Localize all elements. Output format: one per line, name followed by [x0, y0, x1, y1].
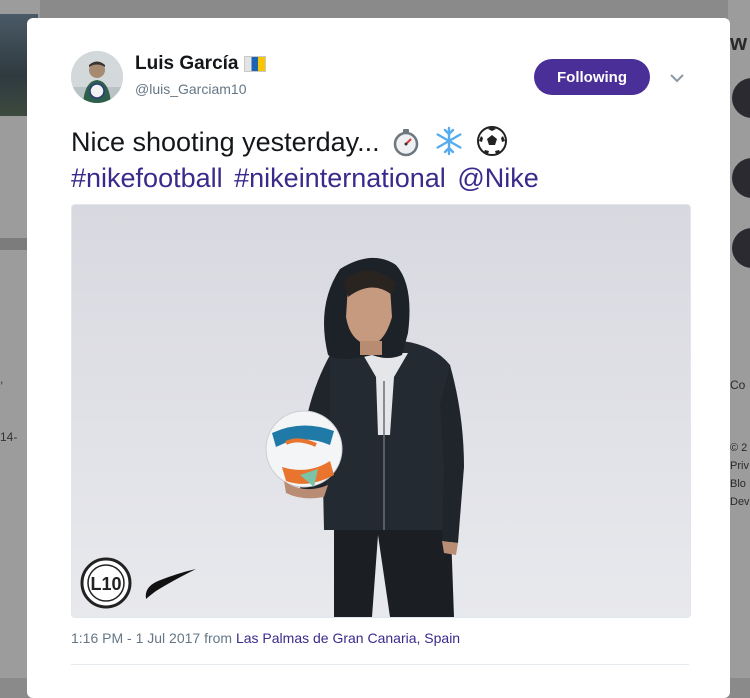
display-name[interactable]: Luis García: [135, 53, 239, 75]
mention-link[interactable]: @Nike: [457, 163, 538, 193]
snowflake-icon: [436, 126, 462, 156]
tweet-meta: 1:16 PM - 1 Jul 2017 from Las Palmas de …: [71, 630, 460, 646]
background-avatar: [732, 78, 750, 118]
tweet-modal: Luis García @luis_Garciam10 Following Ni…: [27, 18, 730, 698]
background-text: Priv: [730, 460, 749, 472]
soccer-ball-icon: [477, 126, 508, 156]
stopwatch-icon: [393, 129, 419, 157]
background-text: 14-: [0, 430, 18, 444]
background-text: ,: [0, 372, 4, 386]
tweet-timestamp[interactable]: 1:16 PM - 1 Jul 2017: [71, 630, 200, 646]
from-label: from: [204, 630, 233, 646]
svg-text:L10: L10: [90, 574, 121, 594]
background-text: w: [730, 30, 748, 55]
following-button[interactable]: Following: [534, 59, 650, 95]
user-handle[interactable]: @luis_Garciam10: [135, 81, 246, 97]
photo-image: L10: [72, 205, 690, 617]
tweet-body: Nice shooting yesterday...: [71, 127, 380, 157]
hashtag-link[interactable]: #nikefootball: [71, 163, 223, 193]
tweet-text: Nice shooting yesterday... #nikefootball…: [71, 124, 711, 196]
hashtag-list: #nikefootball #nikeinternational @Nike: [71, 163, 543, 193]
background-text: Dev: [730, 496, 750, 508]
avatar-image: [71, 51, 123, 103]
location-link[interactable]: Las Palmas de Gran Canaria, Spain: [236, 630, 460, 646]
background-text: © 2: [730, 442, 748, 454]
divider: [71, 664, 689, 665]
chevron-down-icon[interactable]: [667, 70, 687, 86]
tweet-photo[interactable]: L10: [71, 204, 691, 618]
user-name-row: Luis García: [135, 52, 266, 76]
hashtag-link[interactable]: #nikeinternational: [234, 163, 446, 193]
background-avatar: [732, 228, 750, 268]
background-text: Blo: [730, 478, 746, 490]
flag-icon: [243, 56, 266, 72]
background-right-column: w Co © 2 Priv Blo Dev: [728, 0, 750, 678]
avatar[interactable]: [71, 51, 123, 103]
background-avatar: [732, 158, 750, 198]
background-text: Co: [730, 378, 746, 392]
